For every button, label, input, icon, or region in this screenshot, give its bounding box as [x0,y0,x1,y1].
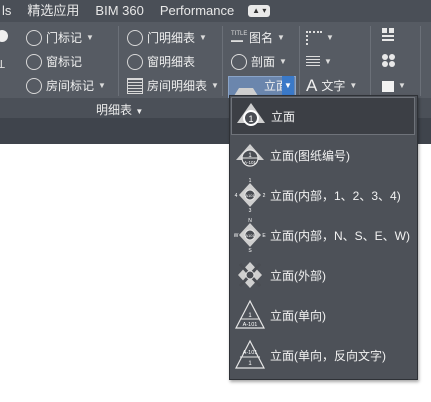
leader-button[interactable]: ▼ [306,28,334,48]
elevation-button[interactable]: 立面 [232,76,288,99]
window-tag-button[interactable]: 窗标记 [26,52,82,72]
svg-text:1: 1 [248,313,252,319]
align-icon [306,56,320,68]
tag-icon [26,54,42,70]
leader-icon [306,31,322,45]
minimize-ribbon-toggle[interactable]: ▲ ▾ [248,5,271,17]
multileader-icon[interactable] [382,28,398,44]
divider [370,26,371,96]
svg-text:2: 2 [263,193,266,199]
svg-text:W: W [234,233,239,239]
door-tag-button[interactable]: 门标记 ▼ [26,28,94,48]
single-elevation-reverse-icon: A-101 1 [235,339,265,369]
section-icon [231,54,247,70]
svg-text:1: 1 [249,178,252,184]
tab-ls[interactable]: ls [0,0,19,22]
svg-text:A-101: A-101 [244,160,257,165]
svg-text:1: 1 [248,114,253,124]
menu-item-interior-elevation-compass[interactable]: A101 N E S W 立面(内部，N、S、E、W) [231,216,415,254]
single-elevation-icon: 1 A-101 [235,299,265,329]
divider [420,26,421,96]
menu-item-interior-elevation-numbers[interactable]: A101 1 2 3 4 立面(内部，1、2、3、4) [231,176,415,214]
room-schedule-button[interactable]: 房间明细表 ▼ [127,76,219,96]
svg-text:3: 3 [249,208,252,212]
elevation-circle-icon: 1 [237,103,265,126]
svg-text:4: 4 [235,193,238,199]
color-swatch-icon [382,80,394,92]
svg-text:A101: A101 [245,233,255,238]
tab-featured-apps[interactable]: 精选应用 [19,0,87,22]
revision-cloud-icon[interactable] [382,54,396,68]
menu-item-single-elevation-reverse[interactable]: A-101 1 立面(单向，反向文字) [231,336,415,374]
exterior-elevation-icon [238,262,262,288]
text-icon: A [306,76,318,95]
svg-text:1: 1 [248,361,252,367]
tag-icon [127,30,143,46]
svg-text:S: S [248,248,252,252]
text-align-button[interactable]: ▼ [306,52,332,72]
section-button[interactable]: 剖面 ▼ [231,52,287,72]
divider [299,26,300,96]
tab-bim360[interactable]: BIM 360 [87,0,151,22]
menu-item-elevation-sheet-number[interactable]: 1 A-101 立面(图纸编号) [231,136,415,174]
text-button[interactable]: A 文字 ▼ [306,76,357,96]
menu-item-elevation[interactable]: 1 立面 [231,97,415,135]
partial-icon: ꓕ [0,59,5,71]
room-tag-button[interactable]: 房间标记 ▼ [26,76,106,96]
svg-text:E: E [262,233,266,239]
title-icon: TITLE ▬▬ [231,31,248,44]
divider [222,26,223,96]
color-button[interactable]: ▼ [382,76,406,96]
svg-text:A101: A101 [245,193,255,198]
svg-text:N: N [248,218,252,224]
elevation-sheet-number-icon: 1 A-101 [236,144,264,167]
divider [118,26,119,96]
menu-item-exterior-elevation[interactable]: 立面(外部) [231,256,415,294]
tag-icon [127,54,143,70]
elevation-dropdown-menu: 1 立面 1 A-101 立面(图纸编号) A101 1 2 3 4 立面(内部… [229,95,418,380]
title-button[interactable]: TITLE ▬▬ 图名 ▼ [231,28,285,48]
tag-icon [26,78,42,94]
door-schedule-button[interactable]: 门明细表 ▼ [127,28,207,48]
tab-performance[interactable]: Performance [152,0,242,22]
tag-icon [26,30,42,46]
elevation-dropdown-arrow[interactable]: ▼ [282,76,294,96]
svg-text:A-101: A-101 [243,322,258,328]
schedule-group-title[interactable]: 明细表 ▼ [96,101,143,118]
svg-text:A-101: A-101 [243,350,258,356]
interior-elevation-compass-icon: A101 N E S W [234,218,266,252]
window-schedule-button[interactable]: 窗明细表 [127,52,195,72]
interior-elevation-numbers-icon: A101 1 2 3 4 [235,178,266,212]
table-icon [127,78,143,94]
ribbon-tab-bar: ls 精选应用 BIM 360 Performance ▲ ▾ [0,0,431,22]
menu-item-single-elevation[interactable]: 1 A-101 立面(单向) [231,296,415,334]
